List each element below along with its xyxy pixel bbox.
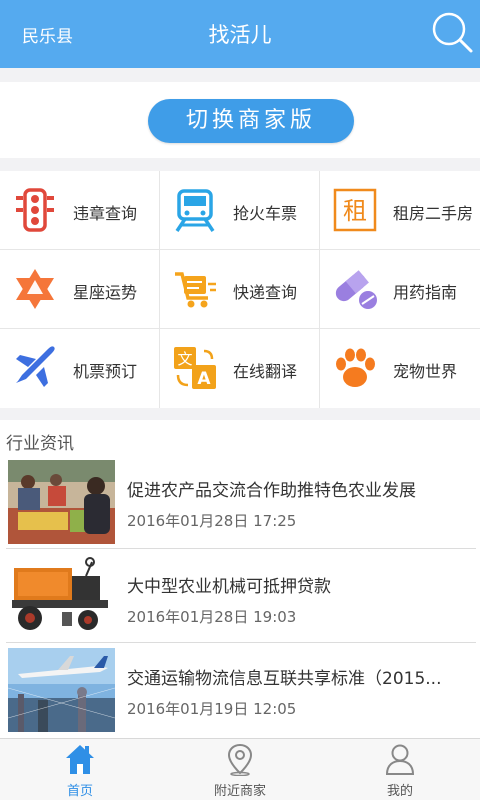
- news-item[interactable]: 促进农产品交流合作助推特色农业发展 2016年01月28日 17:25: [0, 460, 480, 552]
- rent-icon: 租: [332, 187, 378, 233]
- service-label: 宠物世界: [393, 362, 458, 381]
- service-flight-booking[interactable]: 机票预订: [0, 329, 160, 408]
- news-time: 2016年01月19日 12:05: [127, 700, 297, 718]
- service-rent-house[interactable]: 租 租房二手房: [320, 171, 480, 250]
- industry-news: 行业资讯 促进农产品交流合作助推特色农业发展 2016年01月28日 17:25: [0, 420, 480, 738]
- news-title: 交通运输物流信息互联共享标准（2015...: [127, 669, 442, 689]
- service-train-ticket[interactable]: 抢火车票: [160, 171, 320, 250]
- service-label: 抢火车票: [233, 204, 298, 223]
- service-medicine-guide[interactable]: 用药指南: [320, 250, 480, 329]
- pill-icon: [332, 266, 378, 312]
- tab-profile[interactable]: 我的: [320, 739, 480, 800]
- service-label: 在线翻译: [233, 362, 298, 381]
- news-thumbnail: [8, 648, 115, 732]
- service-label: 租房二手房: [393, 204, 474, 223]
- switch-panel: 切换商家版: [0, 82, 480, 158]
- translate-char-a: 文: [177, 350, 192, 368]
- user-icon: [384, 742, 416, 776]
- delivery-cart-icon: [172, 266, 218, 312]
- news-time: 2016年01月28日 19:03: [127, 608, 297, 626]
- service-violation-query[interactable]: 违章查询: [0, 171, 160, 250]
- news-item[interactable]: 大中型农业机械可抵押贷款 2016年01月28日 19:03: [0, 556, 480, 648]
- section-title: 行业资讯: [6, 434, 74, 454]
- divider: [6, 548, 476, 549]
- switch-merchant-button[interactable]: 切换商家版: [148, 99, 354, 143]
- app-header: 民乐县 找活儿: [0, 0, 480, 68]
- tab-label: 首页: [66, 784, 93, 799]
- service-express-query[interactable]: 快递查询: [160, 250, 320, 329]
- translate-icon: 文 A: [172, 345, 218, 391]
- service-online-translate[interactable]: 文 A 在线翻译: [160, 329, 320, 408]
- rent-char: 租: [343, 197, 367, 225]
- train-icon: [172, 187, 218, 233]
- news-time: 2016年01月28日 17:25: [127, 512, 297, 530]
- news-title: 促进农产品交流合作助推特色农业发展: [127, 481, 416, 501]
- news-item[interactable]: 交通运输物流信息互联共享标准（2015... 2016年01月19日 12:05: [0, 648, 480, 738]
- tab-home[interactable]: 首页: [0, 739, 160, 800]
- tab-label: 我的: [386, 784, 413, 799]
- star-of-david-icon: [12, 266, 58, 312]
- service-label: 机票预订: [73, 362, 138, 381]
- news-thumbnail: [8, 460, 115, 544]
- service-label: 快递查询: [233, 283, 298, 302]
- paw-icon: [332, 345, 378, 391]
- home-icon: [64, 742, 96, 776]
- service-label: 违章查询: [73, 204, 138, 223]
- tab-nearby-merchants[interactable]: 附近商家: [160, 739, 320, 800]
- service-horoscope[interactable]: 星座运势: [0, 250, 160, 329]
- translate-char-b: A: [197, 369, 211, 389]
- location-pin-icon: [224, 742, 256, 777]
- news-title: 大中型农业机械可抵押贷款: [127, 577, 331, 597]
- traffic-light-icon: [12, 187, 58, 233]
- page-title: 找活儿: [208, 23, 272, 47]
- service-pet-world[interactable]: 宠物世界: [320, 329, 480, 408]
- service-label: 用药指南: [393, 283, 458, 302]
- service-label: 星座运势: [73, 283, 138, 302]
- search-icon[interactable]: [430, 10, 474, 54]
- tab-label: 附近商家: [213, 784, 266, 799]
- service-grid: 违章查询 抢火车票 租 租房二手房 星座运势 快递查询 用药指南 机票预订 文 …: [0, 171, 480, 408]
- news-thumbnail: [8, 556, 115, 640]
- bottom-tabbar: 首页 附近商家 我的: [0, 738, 480, 800]
- airplane-icon: [12, 345, 58, 391]
- divider: [6, 642, 476, 643]
